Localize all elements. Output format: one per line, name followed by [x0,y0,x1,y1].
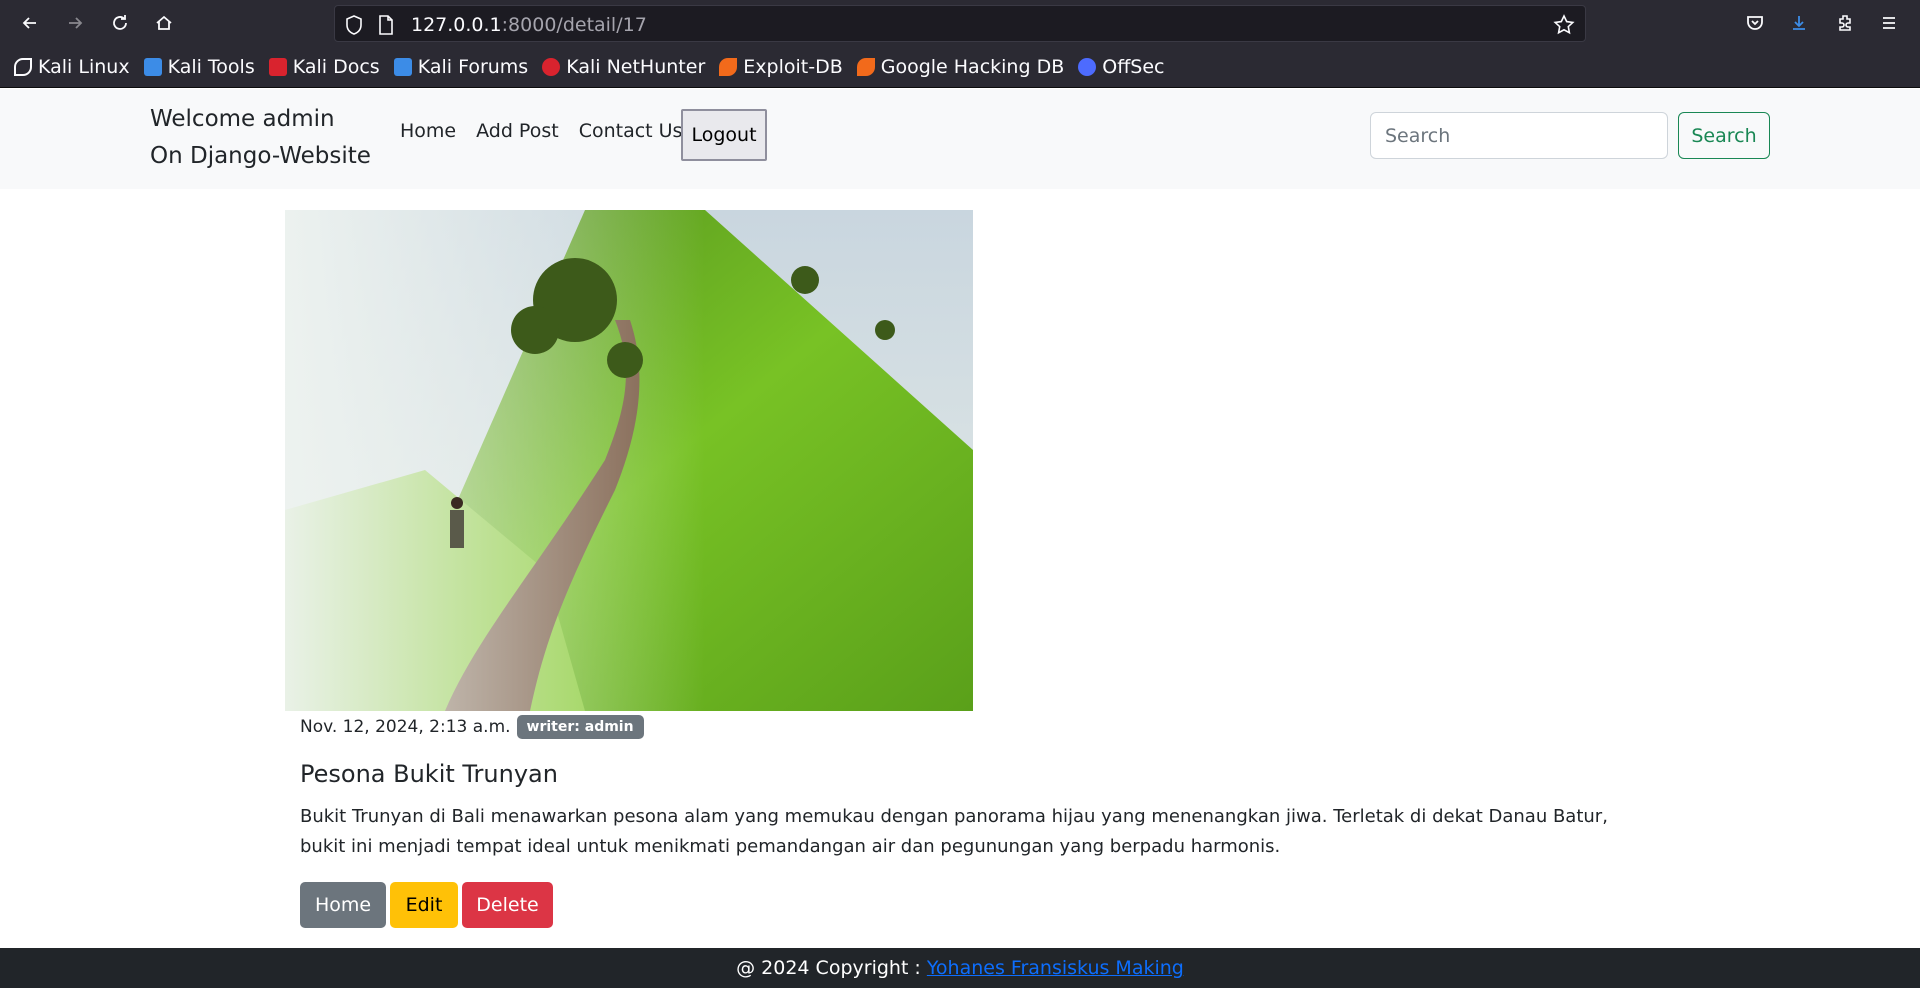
edit-button[interactable]: Edit [390,882,458,928]
ghdb-icon [856,57,875,76]
bookmark-kali-tools[interactable]: Kali Tools [143,55,255,78]
downloads-icon[interactable] [1783,7,1815,39]
bookmark-exploit-db[interactable]: Exploit-DB [719,55,843,78]
url-host: 127.0.0.1 [411,14,502,36]
bookmark-google-hacking-db[interactable]: Google Hacking DB [856,55,1065,78]
nav-links: Home Add Post Contact Us [400,120,702,142]
bookmark-star-icon[interactable] [1553,14,1575,36]
nav-link-contact-us[interactable]: Contact Us [579,120,683,142]
kali-docs-icon [268,57,287,76]
bookmark-label: Exploit-DB [743,55,843,78]
bookmark-kali-nethunter[interactable]: Kali NetHunter [542,56,705,78]
kali-nethunter-icon [542,57,561,76]
nav-link-add-post[interactable]: Add Post [476,120,559,142]
footer: @ 2024 Copyright : Yohanes Fransiskus Ma… [0,948,1920,988]
bookmark-kali-linux[interactable]: Kali Linux [14,56,130,78]
nav-link-home[interactable]: Home [400,120,456,142]
bookmarks-toolbar: Kali Linux Kali Tools Kali Docs Kali For… [0,46,1920,88]
writer-badge: writer: admin [516,715,644,739]
forward-icon[interactable] [59,7,91,39]
reload-icon[interactable] [104,7,136,39]
bookmark-label: OffSec [1102,55,1165,78]
brand-line-welcome: Welcome admin [150,106,335,132]
kali-forums-icon [393,57,412,76]
delete-button[interactable]: Delete [462,882,553,928]
back-icon[interactable] [14,7,46,39]
navbar-brand[interactable]: Welcome admin On Django-Website [150,101,371,175]
bookmark-kali-docs[interactable]: Kali Docs [268,55,380,78]
logout-button[interactable]: Logout [681,109,767,161]
browser-toolbar: 127.0.0.1:8000/detail/17 [0,0,1920,46]
bookmark-label: Kali NetHunter [566,55,706,78]
bookmark-offsec[interactable]: OffSec [1078,55,1165,78]
pocket-icon[interactable] [1739,7,1771,39]
bookmark-label: Kali Linux [38,55,130,78]
site-navbar: Welcome admin On Django-Website Home Add… [0,89,1920,189]
bookmark-label: Kali Docs [292,55,380,78]
brand-line-site: On Django-Website [150,143,371,169]
extensions-icon[interactable] [1829,7,1861,39]
home-icon[interactable] [148,7,180,39]
shield-icon[interactable] [343,14,365,36]
post-body: Bukit Trunyan di Bali menawarkan pesona … [300,806,1608,857]
post-date: Nov. 12, 2024, 2:13 a.m. [300,717,511,737]
post-meta: Nov. 12, 2024, 2:13 a.m. writer: admin [300,715,644,739]
url-path: :8000/detail/17 [501,14,647,36]
offsec-icon [1078,57,1097,76]
bookmark-label: Kali Tools [167,55,255,78]
post-title: Pesona Bukit Trunyan [300,760,558,788]
post-image [285,210,973,711]
menu-icon[interactable] [1873,7,1905,39]
kali-dragon-icon [14,57,32,76]
footer-copyright: @ 2024 Copyright : [736,957,921,979]
footer-author-link[interactable]: Yohanes Fransiskus Making [927,957,1184,979]
bookmark-label: Kali Forums [417,55,529,78]
bookmark-kali-forums[interactable]: Kali Forums [393,55,529,78]
page-icon [375,14,397,36]
search-input[interactable] [1370,112,1668,159]
kali-tools-icon [143,57,162,76]
search-button[interactable]: Search [1678,112,1770,159]
address-bar[interactable]: 127.0.0.1:8000/detail/17 [334,5,1586,42]
home-button[interactable]: Home [300,882,386,928]
exploit-db-icon [719,57,738,76]
bookmark-label: Google Hacking DB [880,55,1065,78]
url-text[interactable]: 127.0.0.1:8000/detail/17 [411,14,647,36]
